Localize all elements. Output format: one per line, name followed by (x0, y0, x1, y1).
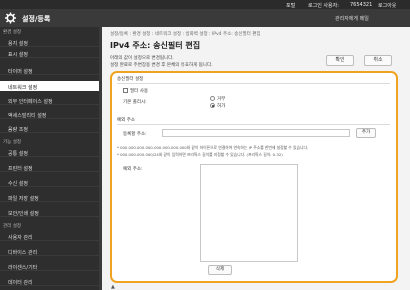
cancel-button[interactable]: 취소 (364, 55, 392, 66)
policy-allow-label: 허가 (217, 104, 226, 109)
policy-deny-label: 거부 (217, 97, 226, 102)
policy-deny-radio[interactable] (210, 96, 215, 101)
filter-section-title: 송신필터 설정 (117, 77, 144, 82)
add-button[interactable]: 추가 (356, 128, 376, 138)
mail-to-admin-link[interactable]: 관리자에게 메일 (335, 15, 369, 22)
sidebar-item-timer[interactable]: 타이머 설정 (0, 65, 102, 75)
login-user-id: 7654321 (350, 2, 373, 8)
sidebar-item-license[interactable]: 라이센스/기타 (0, 261, 102, 271)
breadcrumb[interactable]: 설정/등록 : 환경 설정 : 네트워크 설정 : 방화벽 설정 : IPv4 … (110, 31, 260, 37)
sidebar-item-paper[interactable]: 용지 설정 (0, 37, 102, 47)
exception-address-list[interactable] (200, 164, 298, 262)
use-filter-label: 필터 사용 (130, 89, 148, 94)
page-title: IPv4 주소: 송신필터 편집 (110, 41, 201, 50)
sidebar: 환경 설정 용지 설정 표시 설정 타이머 설정 네트워크 설정 외부 인터페이… (0, 27, 102, 290)
top-bar: 포털 로그인 사용자: 7654321 로그아웃 (0, 0, 410, 9)
sidebar-item-accessibility[interactable]: 액세스빌리티 설정 (0, 109, 102, 119)
policy-allow-radio[interactable] (210, 103, 215, 108)
exception-section-title: 예외 주소 (117, 118, 135, 123)
description-line-2: 설정 완료로 주변장용 변경 후 본체의 유효하게 됩니다. (110, 63, 213, 68)
back-to-top-icon[interactable]: ▲ (111, 284, 115, 290)
sidebar-section-management: 관리 설정 (3, 224, 21, 229)
section-divider (117, 83, 390, 84)
range-note: * 000.000.000.000-000.000.000.000와 같이 하이… (117, 145, 309, 150)
sidebar-section-environment: 환경 설정 (3, 30, 21, 35)
sidebar-item-display[interactable]: 표시 설정 (0, 48, 102, 58)
prefix-note: * 000.000.000.000/24와 같이 입력하면 프리픽스 길이를 지… (117, 152, 283, 157)
sidebar-item-receive[interactable]: 수신 설정 (0, 177, 102, 187)
edit-panel: 송신필터 설정 필터 사용 기본 폴리시: 거부 허가 예외 주소 등록할 주소… (110, 71, 398, 283)
sidebar-item-data-management[interactable]: 데이터 관리 (0, 276, 102, 286)
settings-gear-icon (5, 12, 16, 24)
register-address-label: 등록할 주소: (123, 132, 147, 137)
portal-link[interactable]: 포털 (286, 2, 295, 9)
exception-address-label: 예외 주소: (123, 167, 143, 172)
default-policy-label: 기본 폴리시: (123, 100, 147, 105)
sidebar-item-file-store[interactable]: 파일 저장 설정 (0, 192, 102, 202)
sidebar-section-function: 기능 설정 (3, 140, 21, 145)
sidebar-item-network[interactable]: 네트워크 설정 (0, 81, 102, 91)
main-content: 설정/등록 : 환경 설정 : 네트워크 설정 : 방화벽 설정 : IPv4 … (102, 27, 410, 290)
sidebar-item-common[interactable]: 공통 설정 (0, 147, 102, 157)
ok-button[interactable]: 확인 (326, 55, 354, 66)
section-divider (117, 124, 390, 125)
sidebar-item-device-management[interactable]: 디바이스 관리 (0, 246, 102, 256)
sidebar-item-external-interface[interactable]: 외부 인터페이스 설정 (0, 95, 102, 105)
register-address-input[interactable] (162, 129, 350, 137)
app-title: 설정/등록 (22, 15, 51, 23)
sidebar-item-secure-print[interactable]: 보안/인쇄 설정 (0, 207, 102, 217)
delete-button[interactable]: 삭제 (208, 265, 232, 275)
description-line-1: 아래의 값이 설정으로 변경됩니다. (110, 56, 174, 61)
sidebar-item-printer[interactable]: 프린터 설정 (0, 162, 102, 172)
sidebar-item-volume[interactable]: 음량 조정 (0, 123, 102, 133)
login-user-label: 로그인 사용자: (308, 3, 339, 9)
app-header: 설정/등록 관리자에게 메일 (0, 9, 410, 27)
sidebar-item-user-management[interactable]: 사용자 관리 (0, 231, 102, 241)
use-filter-checkbox[interactable] (123, 88, 128, 93)
logout-link[interactable]: 로그아웃 (378, 2, 396, 9)
